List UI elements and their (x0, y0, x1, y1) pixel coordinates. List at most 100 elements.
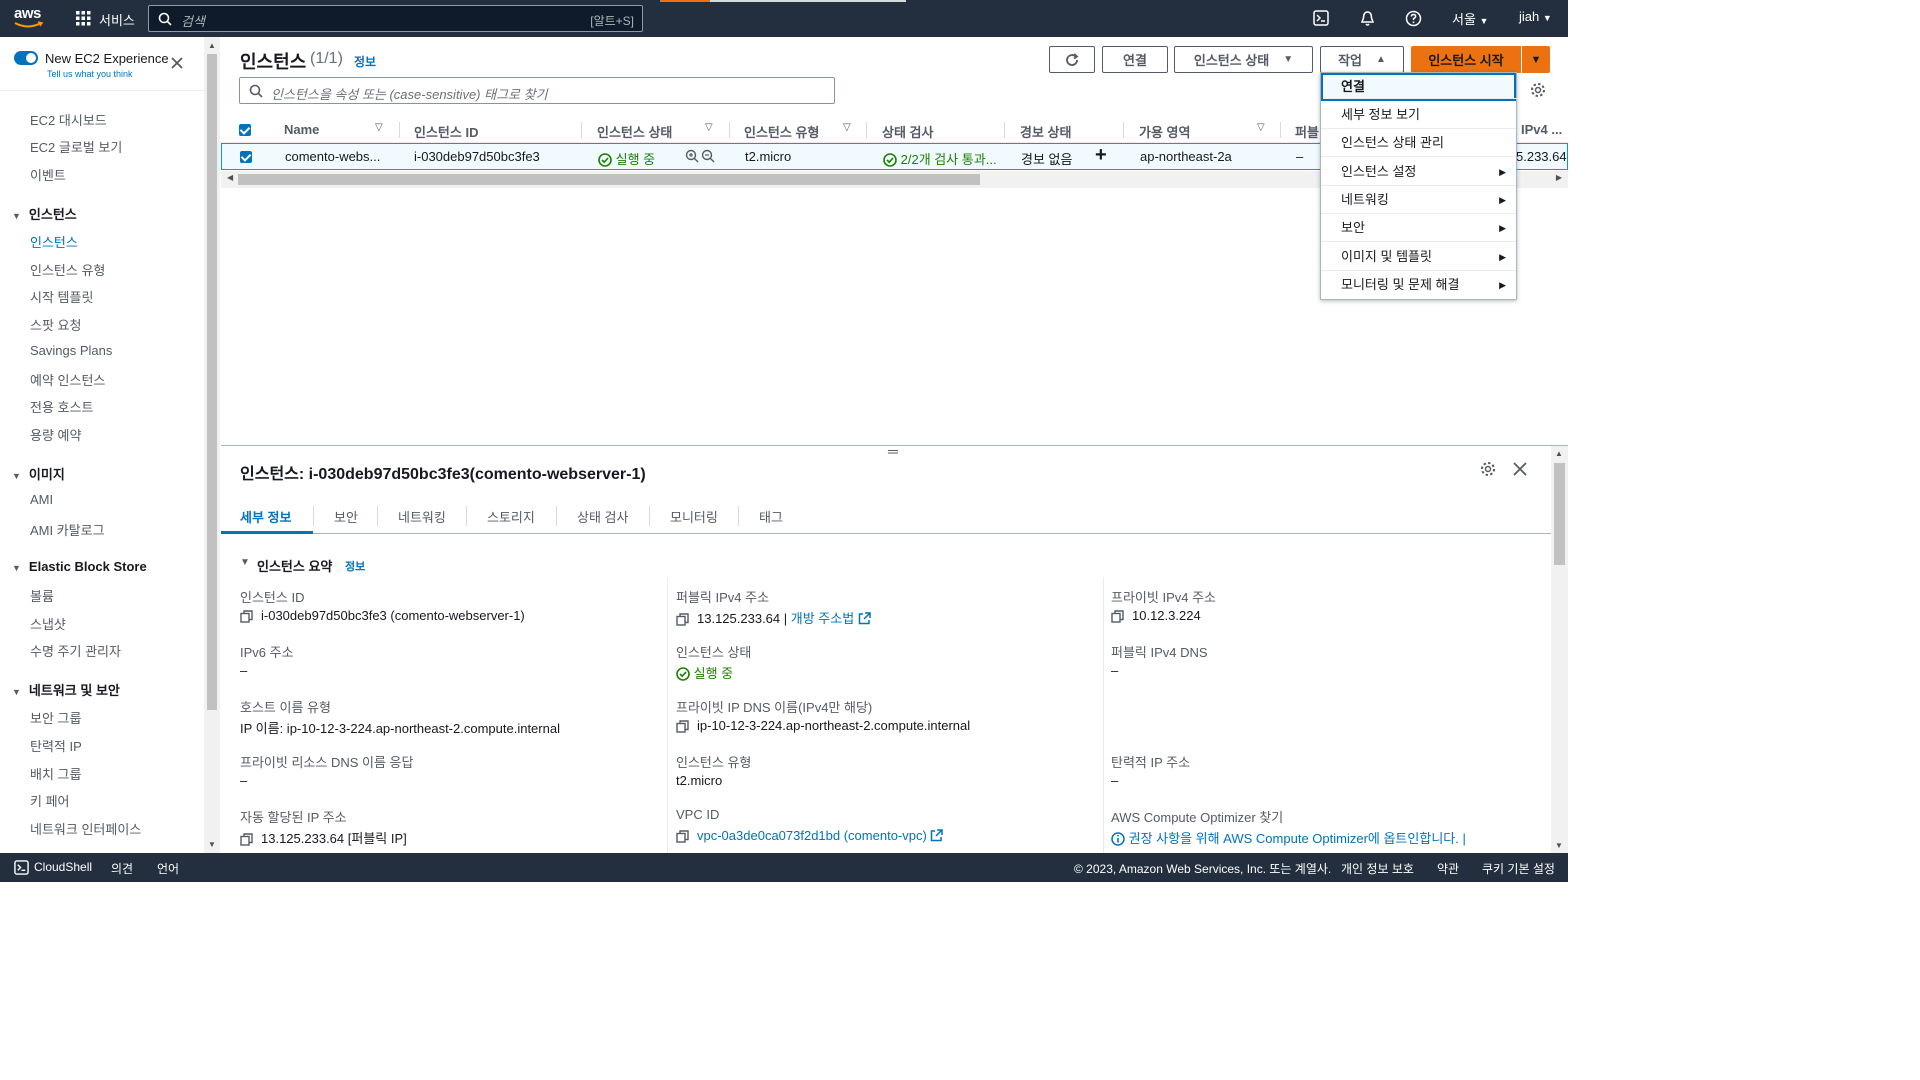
refresh-button[interactable] (1049, 46, 1095, 73)
copy-icon[interactable] (240, 833, 253, 846)
sidebar-section-header[interactable]: ▼ 네트워크 및 보안 (12, 680, 120, 699)
menu-item[interactable]: 세부 정보 보기 (1321, 101, 1516, 129)
launch-instance-button[interactable]: 인스턴스 시작 (1411, 46, 1521, 73)
collapse-icon[interactable]: ▼ (12, 563, 21, 573)
sidebar-item[interactable]: 인스턴스 (30, 232, 78, 251)
sidebar-item[interactable]: 키 페어 (30, 791, 70, 810)
scrollbar-thumb[interactable] (1554, 463, 1565, 565)
cloudshell-link[interactable]: CloudShell (34, 860, 92, 874)
copy-icon[interactable] (676, 830, 689, 843)
info-link[interactable]: 정보 (354, 53, 376, 70)
tab[interactable]: 태그 (759, 507, 783, 526)
add-alarm-button[interactable]: + (1095, 144, 1107, 167)
collapse-icon[interactable]: ▼ (12, 471, 21, 481)
tab[interactable]: 네트워킹 (398, 507, 446, 526)
close-icon[interactable] (1513, 462, 1527, 476)
help-icon[interactable] (1405, 10, 1422, 27)
sidebar-item[interactable]: 볼륨 (30, 586, 54, 605)
vpc-link[interactable]: vpc-0a3de0ca073f2d1bd (comento-vpc) (697, 828, 927, 843)
open-address-link[interactable]: 개방 주소법 (791, 611, 854, 626)
menu-item[interactable]: 네트워킹 ▶ (1321, 186, 1516, 214)
new-experience-toggle[interactable] (14, 51, 38, 65)
launch-dropdown-button[interactable]: ▼ (1522, 46, 1550, 73)
zoom-out-icon[interactable] (701, 149, 715, 163)
cloudshell-icon[interactable] (14, 860, 29, 875)
sort-icon[interactable]: ▽ (705, 122, 713, 133)
sidebar-item[interactable]: 전용 호스트 (30, 397, 93, 416)
sidebar-item[interactable]: EC2 글로벌 보기 (30, 137, 122, 156)
sort-icon[interactable]: ▽ (843, 122, 851, 133)
col-instance-state[interactable]: 인스턴스 상태 (597, 122, 672, 141)
copy-icon[interactable] (676, 720, 689, 733)
close-icon[interactable] (170, 56, 184, 70)
scrollbar-thumb[interactable] (238, 174, 980, 185)
col-instance-id[interactable]: 인스턴스 ID (414, 122, 478, 141)
menu-item[interactable]: 연결 (1321, 73, 1518, 101)
connect-button[interactable]: 연결 (1102, 46, 1168, 73)
terms-link[interactable]: 약관 (1437, 860, 1459, 877)
sidebar-item[interactable]: AMI 카탈로그 (30, 520, 105, 539)
scrollbar-thumb[interactable] (207, 54, 217, 710)
col-public[interactable]: 퍼블 (1295, 122, 1319, 141)
region-selector[interactable]: 서울 ▼ (1452, 9, 1488, 28)
sidebar-item[interactable]: 탄력적 IP (30, 736, 82, 755)
gear-icon[interactable] (1530, 82, 1546, 98)
sidebar-item[interactable]: 스팟 요청 (30, 315, 81, 334)
global-search-input[interactable]: 검색 [알트+S] (148, 5, 643, 32)
sidebar-item[interactable]: 네트워크 인터페이스 (30, 819, 141, 838)
sidebar-item[interactable]: EC2 대시보드 (30, 110, 107, 129)
collapse-icon[interactable]: ▼ (12, 687, 21, 697)
sidebar-item[interactable]: 예약 인스턴스 (30, 370, 105, 389)
sidebar-item[interactable]: 인스턴스 유형 (30, 260, 105, 279)
sidebar-item[interactable]: 용량 예약 (30, 425, 81, 444)
detail-scrollbar[interactable]: ▲ ▼ (1551, 446, 1568, 853)
col-availability-zone[interactable]: 가용 영역 (1139, 122, 1190, 141)
actions-button[interactable]: 작업 ▲ (1320, 46, 1404, 73)
col-status-check[interactable]: 상태 검사 (882, 122, 933, 141)
sidebar-section-header[interactable]: ▼ 이미지 (12, 464, 65, 483)
sidebar-item[interactable]: 스냅샷 (30, 614, 66, 633)
optimizer-link[interactable]: 권장 사항을 위해 AWS Compute Optimizer에 옵트인합니다.… (1129, 831, 1466, 846)
sort-icon[interactable]: ▽ (375, 122, 383, 133)
feedback-link[interactable]: Tell us what you think (47, 69, 133, 79)
tab[interactable]: 모니터링 (670, 507, 718, 526)
services-menu[interactable]: 서비스 (99, 10, 135, 29)
copy-icon[interactable] (1111, 610, 1124, 623)
resize-handle-icon[interactable]: ═ (888, 443, 898, 459)
sort-icon[interactable]: ▽ (1257, 122, 1265, 133)
tab[interactable]: 세부 정보 (240, 507, 291, 526)
copy-icon[interactable] (240, 610, 253, 623)
menu-item[interactable]: 인스턴스 상태 관리 (1321, 129, 1516, 157)
bell-icon[interactable] (1359, 10, 1376, 27)
tab[interactable]: 스토리지 (487, 507, 535, 526)
copy-icon[interactable] (676, 613, 689, 626)
services-grid-icon[interactable] (76, 11, 91, 26)
col-instance-type[interactable]: 인스턴스 유형 (744, 122, 819, 141)
menu-item[interactable]: 보안 ▶ (1321, 214, 1516, 242)
gear-icon[interactable] (1480, 461, 1496, 477)
col-name[interactable]: Name (284, 122, 319, 137)
col-ipv4[interactable]: IPv4 ... (1521, 122, 1562, 137)
tab[interactable]: 보안 (334, 507, 358, 526)
summary-info-link[interactable]: 정보 (345, 558, 365, 574)
sidebar-item[interactable]: 보안 그룹 (30, 708, 81, 727)
sidebar-item[interactable]: Savings Plans (30, 343, 112, 358)
cloudshell-icon[interactable] (1313, 10, 1329, 26)
language-link[interactable]: 언어 (157, 860, 179, 877)
row-checkbox[interactable] (240, 151, 252, 163)
instance-state-button[interactable]: 인스턴스 상태 ▼ (1174, 46, 1313, 73)
menu-item[interactable]: 이미지 및 템플릿 ▶ (1321, 243, 1516, 271)
aws-logo[interactable]: aws (14, 6, 48, 32)
select-all-checkbox[interactable] (239, 124, 251, 136)
sidebar-item[interactable]: 배치 그룹 (30, 764, 81, 783)
sidebar-item[interactable]: 시작 템플릿 (30, 287, 93, 306)
col-alarm-status[interactable]: 경보 상태 (1020, 122, 1071, 141)
cell-instance-id-link[interactable]: i-030deb97d50bc3fe3 (414, 149, 540, 164)
sidebar-section-header[interactable]: ▼ Elastic Block Store (12, 559, 147, 574)
zoom-in-icon[interactable] (685, 149, 699, 163)
account-menu[interactable]: jiah ▼ (1519, 9, 1552, 24)
collapse-icon[interactable]: ▼ (240, 557, 250, 568)
collapse-icon[interactable]: ▼ (12, 211, 21, 221)
sidebar-item[interactable]: AMI (30, 492, 53, 507)
tab[interactable]: 상태 검사 (577, 507, 628, 526)
